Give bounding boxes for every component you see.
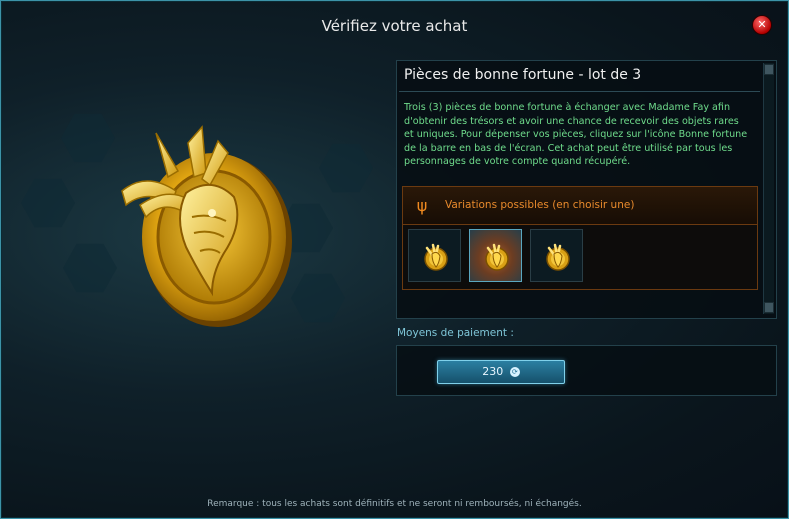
item-name: Pièces de bonne fortune - lot de 3: [404, 67, 642, 83]
title-bar: Vérifiez votre achat ✕: [1, 1, 788, 47]
details-scrollbar[interactable]: [763, 63, 774, 314]
variations-header: ψ Variations possibles (en choisir une): [403, 187, 757, 225]
currency-coin-icon: ⟳: [509, 367, 520, 377]
price-value: 230: [482, 365, 504, 378]
footer-note: Remarque : tous les achats sont définiti…: [207, 499, 582, 509]
lucky-coin-icon: [546, 243, 570, 271]
variation-option-1[interactable]: [408, 229, 461, 282]
lucky-coin-icon: [424, 243, 448, 271]
dialog-title: Vérifiez votre achat: [321, 17, 468, 35]
payment-label: Moyens de paiement :: [397, 327, 514, 339]
item-details-panel: Pièces de bonne fortune - lot de 3 Trois…: [396, 60, 777, 319]
hex-decoration: [319, 143, 373, 193]
hex-decoration: [63, 243, 117, 293]
variations-section: ψ Variations possibles (en choisir une): [402, 186, 758, 290]
variation-option-3[interactable]: [530, 229, 583, 282]
scroll-up-button[interactable]: [764, 64, 774, 75]
purchase-dialog: Vérifiez votre achat ✕ Pièces de bonne f…: [0, 0, 789, 519]
close-button[interactable]: ✕: [752, 15, 772, 35]
variations-label: Variations possibles (en choisir une): [445, 199, 635, 211]
hex-decoration: [291, 273, 345, 323]
close-icon: ✕: [757, 18, 767, 31]
variation-option-2[interactable]: [469, 229, 522, 282]
hex-decoration: [61, 113, 115, 163]
item-description: Trois (3) pièces de bonne fortune à écha…: [404, 102, 748, 168]
pay-price-button[interactable]: 230 ⟳: [437, 360, 565, 384]
payment-box: 230 ⟳: [396, 345, 777, 396]
lucky-coin-icon: [485, 243, 509, 271]
scroll-down-button[interactable]: [764, 302, 774, 313]
hex-decoration: [21, 178, 75, 228]
lucky-coin-icon: [121, 125, 292, 327]
trident-icon: ψ: [416, 196, 428, 215]
title-divider: [399, 91, 760, 92]
